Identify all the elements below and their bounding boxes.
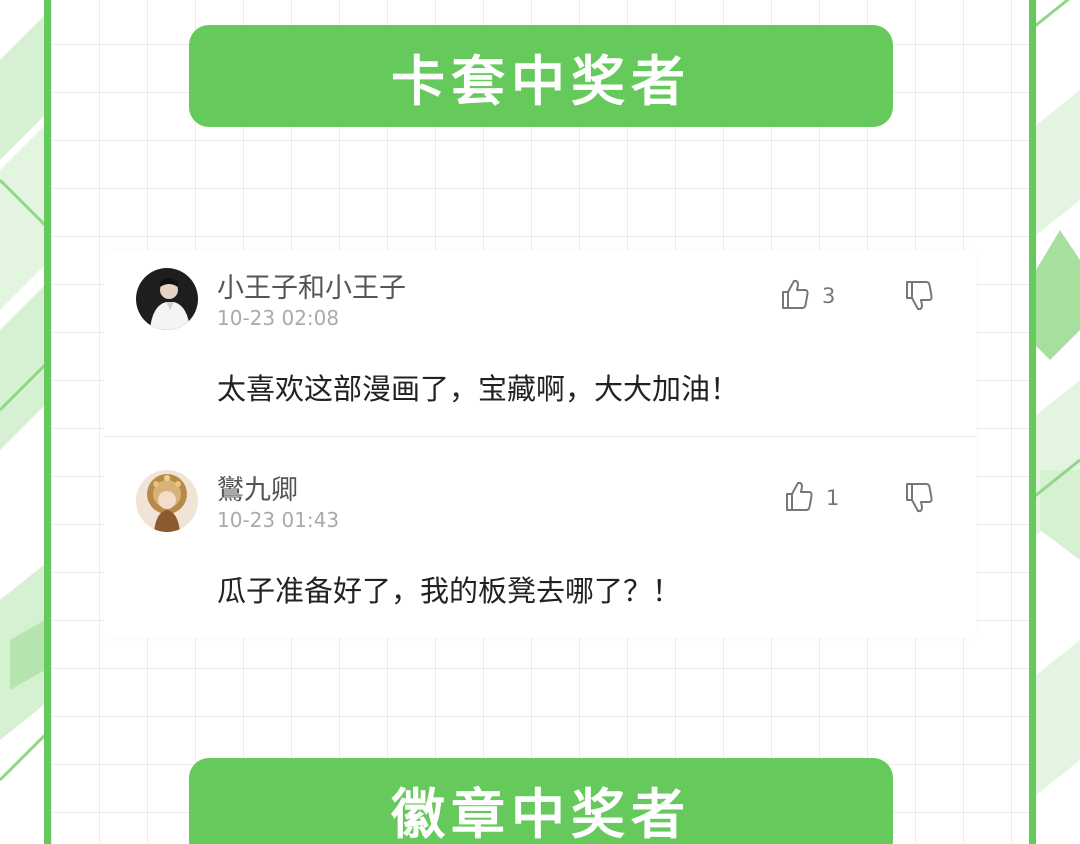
left-decoration <box>0 0 50 844</box>
right-decoration <box>1030 0 1080 844</box>
thumbs-up-icon <box>780 278 810 314</box>
avatar[interactable] <box>136 470 198 532</box>
page: 卡套中奖者 小王子和小王子 10-23 02:08 3 太喜欢这部漫画了，宝藏啊… <box>0 0 1080 844</box>
dislike-button[interactable] <box>904 280 940 316</box>
comment-timestamp: 10-23 02:08 <box>217 306 340 330</box>
badge-winners-banner: 徽章中奖者 <box>189 758 893 844</box>
like-count: 1 <box>826 486 840 510</box>
username[interactable]: 鸑九卿 <box>217 468 298 507</box>
comment-text: 瓜子准备好了，我的板凳去哪了？！ <box>217 574 682 608</box>
thumbs-up-icon <box>784 480 814 516</box>
like-count: 3 <box>822 284 836 308</box>
divider <box>104 436 976 437</box>
comment-item: 小王子和小王子 10-23 02:08 3 太喜欢这部漫画了，宝藏啊，大大加油！ <box>104 250 976 437</box>
comments-card: 小王子和小王子 10-23 02:08 3 太喜欢这部漫画了，宝藏啊，大大加油！… <box>104 250 976 638</box>
banner-title: 卡套中奖者 <box>391 49 691 113</box>
comment-text: 太喜欢这部漫画了，宝藏啊，大大加油！ <box>217 372 740 406</box>
thumbs-down-icon <box>904 281 934 316</box>
thumbs-down-icon <box>904 483 934 518</box>
username[interactable]: 小王子和小王子 <box>217 266 406 305</box>
card-sleeve-winners-banner: 卡套中奖者 <box>189 25 893 127</box>
comment-timestamp: 10-23 01:43 <box>217 508 340 532</box>
avatar[interactable] <box>136 268 198 330</box>
like-button[interactable]: 3 <box>780 278 835 314</box>
like-button[interactable]: 1 <box>784 480 839 516</box>
dislike-button[interactable] <box>904 482 940 518</box>
banner-title: 徽章中奖者 <box>391 782 691 844</box>
comment-item: 鸑九卿 10-23 01:43 1 瓜子准备好了，我的板凳去哪了？！ <box>104 452 976 638</box>
